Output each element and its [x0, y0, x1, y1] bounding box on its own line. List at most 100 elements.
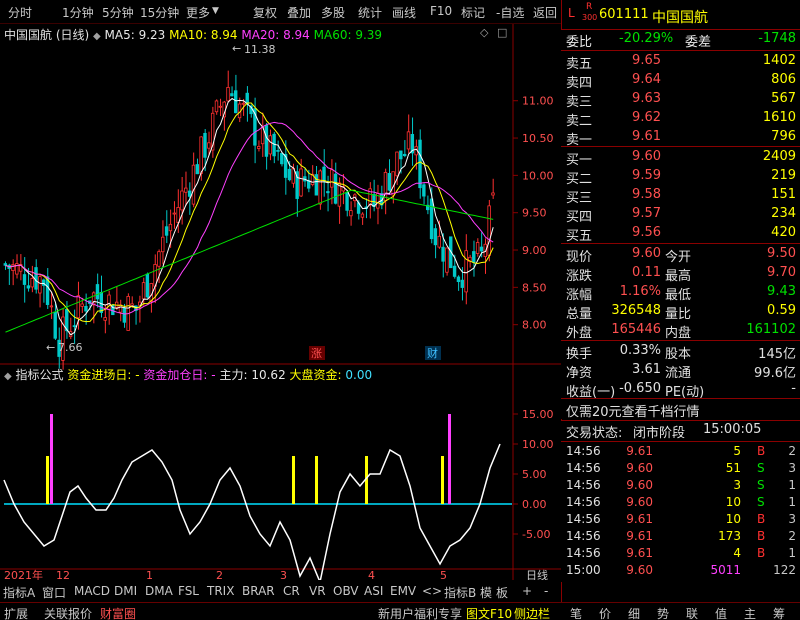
tick-direction: S: [757, 478, 765, 492]
bid-price-value: 9.58: [632, 187, 661, 202]
wealth-circle-button[interactable]: 财富圈: [100, 605, 136, 620]
candle-body: [195, 164, 199, 175]
f10-button[interactable]: F10: [430, 4, 452, 18]
indicator-name[interactable]: 指标公式: [16, 368, 64, 382]
price-tick-label: 10.50: [522, 132, 554, 145]
zoom-in-button[interactable]: +: [522, 584, 532, 598]
badge-l: L: [568, 6, 575, 20]
tab-chips[interactable]: 筹: [773, 605, 785, 620]
tab-fsl[interactable]: FSL: [178, 584, 199, 598]
quote-stats-2: 换手 0.33% 股本 145亿 净资 3.61 流通 99.6亿 收益(一) -0.650 PE(…: [561, 341, 800, 400]
ask-row[interactable]: 卖五 9.65 1402: [561, 52, 800, 72]
more-chevron-icon[interactable]: ▼: [212, 6, 219, 16]
bid-row[interactable]: 买二 9.59 219: [561, 167, 800, 187]
tab-brar[interactable]: BRAR: [242, 584, 275, 598]
tab-main[interactable]: 主: [744, 605, 756, 620]
sidebar-toggle-button[interactable]: 侧边栏: [514, 605, 550, 620]
back-button[interactable]: 返回: [533, 4, 557, 21]
tick-row: 15:00 9.60 5011 122: [561, 562, 800, 579]
tab-asi[interactable]: ASI: [364, 584, 383, 598]
stat-row: 总量 326548 量比 0.59: [561, 302, 800, 322]
more-periods-button[interactable]: 更多: [186, 4, 210, 21]
tab-dma[interactable]: DMA: [145, 584, 173, 598]
stat-row: 外盘 165446 内盘 161102: [561, 321, 800, 341]
tab-macd[interactable]: MACD: [74, 584, 110, 598]
tab-indicator-b[interactable]: 指标B: [444, 584, 476, 601]
new-user-promo[interactable]: 新用户福利专享: [378, 605, 462, 620]
stat2-value: 3.61: [632, 362, 661, 377]
tick-count: 3: [788, 461, 796, 475]
ask-row[interactable]: 卖一 9.61 796: [561, 128, 800, 148]
restore-rights-button[interactable]: 复权: [253, 4, 277, 21]
watchlist-button[interactable]: -自选: [496, 4, 524, 21]
bid-row[interactable]: 买一 9.60 2409: [561, 148, 800, 168]
stat-value-2: 9.50: [767, 246, 796, 261]
candle-body: [472, 251, 476, 263]
tab-template[interactable]: 模: [480, 584, 492, 601]
f10-graphic-button[interactable]: 图文F10: [466, 605, 512, 620]
ma5-label: MA5: 9.23: [104, 28, 166, 42]
ma60-label: MA60: 9.39: [313, 28, 383, 42]
depth-promo-text[interactable]: 仅需20元查看千档行情: [566, 401, 700, 420]
period-tab-intraday[interactable]: 分时: [8, 4, 32, 21]
extend-button[interactable]: 扩展: [4, 605, 28, 620]
weibi-label: 委比: [566, 35, 593, 50]
ma-settings-icon[interactable]: ◆: [93, 31, 101, 42]
ask-row[interactable]: 卖四 9.64 806: [561, 71, 800, 91]
tab-price[interactable]: 价: [599, 605, 611, 620]
tab-link[interactable]: 联: [686, 605, 698, 620]
tick-price: 9.61: [626, 444, 653, 458]
overlay-button[interactable]: 叠加: [287, 4, 311, 21]
tab-cr[interactable]: CR: [283, 584, 300, 598]
tab-obv[interactable]: OBV: [333, 584, 359, 598]
capital-entry-value: -: [135, 368, 140, 382]
mark-button[interactable]: 标记: [461, 4, 485, 21]
ask-price-value: 9.63: [632, 91, 661, 106]
candle-body: [103, 317, 107, 321]
tab-indicator-a[interactable]: 指标A: [3, 584, 35, 601]
candle-body: [180, 190, 184, 211]
candle-body: [95, 284, 100, 300]
tab-vr[interactable]: VR: [309, 584, 326, 598]
xaxis-month-4: 4: [368, 569, 375, 580]
related-quote-button[interactable]: 关联报价: [44, 605, 92, 620]
depth-promo[interactable]: 仅需20元查看千档行情: [561, 399, 800, 420]
period-tab-5min[interactable]: 5分钟: [102, 4, 134, 21]
candle-body: [145, 273, 150, 298]
statistics-button[interactable]: 统计: [358, 4, 382, 21]
candle-body: [391, 171, 395, 196]
bid-row[interactable]: 买四 9.57 234: [561, 205, 800, 225]
multi-stock-button[interactable]: 多股: [321, 4, 345, 21]
tab-emv[interactable]: EMV: [390, 584, 416, 598]
ask-row[interactable]: 卖二 9.62 1610: [561, 109, 800, 129]
tab-trend[interactable]: 势: [657, 605, 669, 620]
tab-window[interactable]: 窗口: [42, 584, 66, 601]
tab-detail[interactable]: 细: [628, 605, 640, 620]
tab-trades[interactable]: 笔: [570, 605, 582, 620]
candle-body: [329, 169, 334, 188]
period-tab-15min[interactable]: 15分钟: [140, 4, 179, 21]
bid-row[interactable]: 买三 9.58 151: [561, 186, 800, 206]
tabs-scroll-right-button[interactable]: >: [432, 584, 442, 598]
bid-volume: 420: [771, 225, 796, 240]
period-tab-1min[interactable]: 1分钟: [62, 4, 94, 21]
tab-trix[interactable]: TRIX: [207, 584, 234, 598]
tab-value[interactable]: 值: [715, 605, 727, 620]
tab-dmi[interactable]: DMI: [114, 584, 137, 598]
candle-body: [257, 146, 261, 149]
capital-signal-bar: [315, 456, 318, 504]
price-tick-label: 9.50: [522, 207, 547, 220]
ask-row[interactable]: 卖三 9.63 567: [561, 90, 800, 110]
zoom-out-button[interactable]: -: [544, 584, 548, 598]
bid-row[interactable]: 买五 9.56 420: [561, 224, 800, 244]
tabs-scroll-left-button[interactable]: <: [422, 584, 432, 598]
stat2-label: 换手: [566, 347, 593, 362]
ask-price-value: 9.65: [632, 53, 661, 68]
tick-list: 14:56 9.61 5 B 2 14:56 9.60 51 S 3 14:56 9.60 3 S 1 14:…: [561, 442, 800, 582]
candle-body: [464, 250, 468, 293]
indicator-settings-icon[interactable]: ◆: [4, 371, 12, 382]
kline-chart[interactable]: 11.0010.5010.009.509.008.508.00 15.0010.…: [0, 24, 561, 580]
draw-line-button[interactable]: 画线: [392, 4, 416, 21]
tab-board[interactable]: 板: [496, 584, 508, 601]
main-force-label: 主力:: [219, 368, 248, 382]
